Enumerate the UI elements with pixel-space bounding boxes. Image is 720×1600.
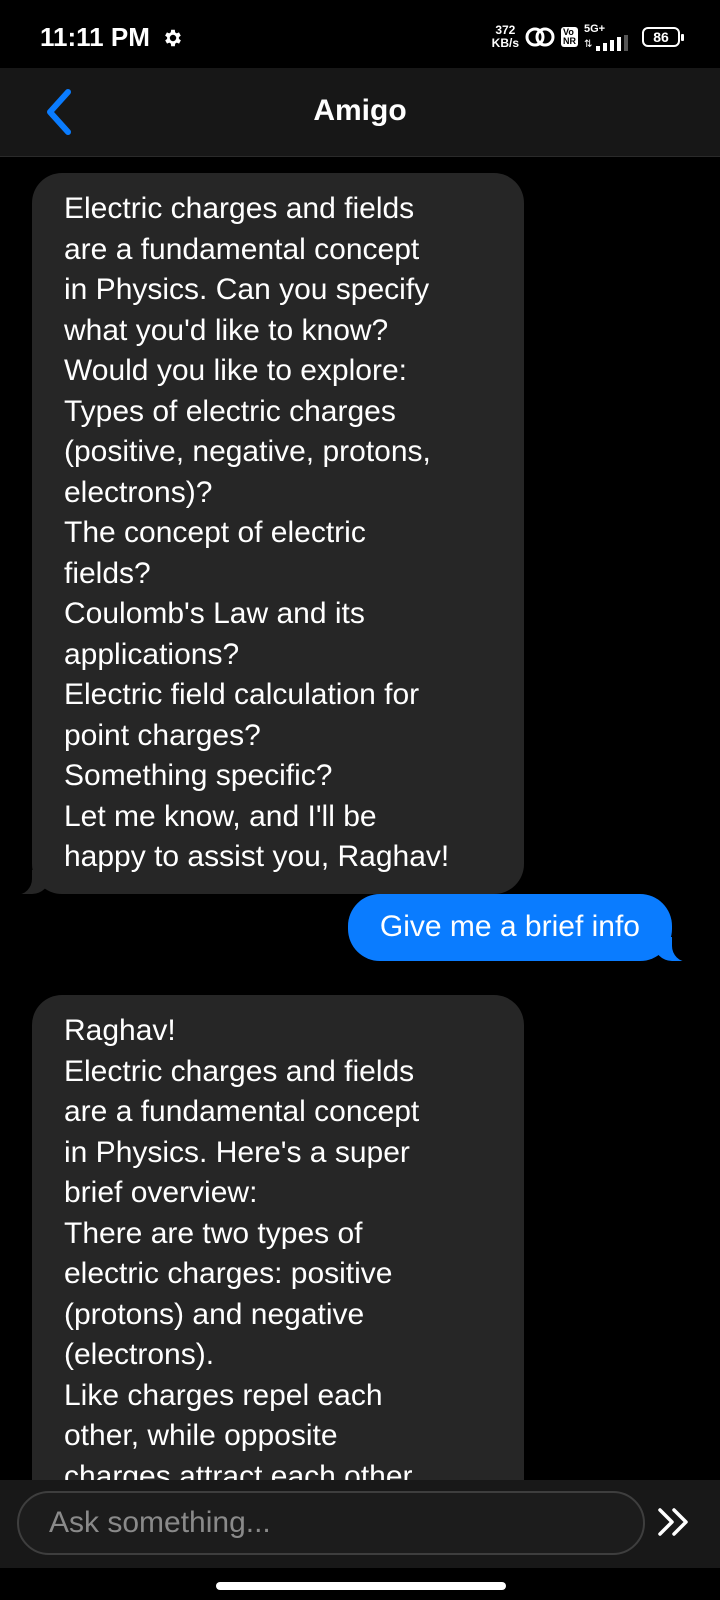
message-list[interactable]: Electric charges and fields are a fundam… — [0, 157, 720, 1480]
signal-icon: ⇅ — [584, 35, 628, 51]
svg-text:⇅: ⇅ — [584, 39, 592, 50]
speed-unit: KB/s — [491, 36, 519, 50]
home-indicator[interactable] — [216, 1582, 506, 1590]
network-type: 5G+ ⇅ — [584, 23, 630, 51]
bot-message: Electric charges and fields are a fundam… — [6, 173, 524, 894]
bot-message: Raghav! Electric charges and fields are … — [32, 995, 524, 1480]
battery-level: 86 — [653, 29, 669, 45]
battery-icon: 86 — [642, 27, 684, 47]
composer — [0, 1480, 720, 1568]
page-title: Amigo — [313, 94, 407, 127]
ask-input[interactable] — [17, 1491, 645, 1555]
user-message: Give me a brief info — [347, 894, 699, 961]
hotspot-icon — [525, 27, 555, 47]
double-chevron-right-icon[interactable] — [654, 1502, 694, 1542]
status-bar: 11:11 PM 372 KB/s Vo NR 5G+ ⇅ 86 — [0, 0, 720, 68]
network-speed: 372 KB/s — [492, 24, 519, 50]
network-label: 5G+ — [584, 23, 606, 35]
vonr-bottom: NR — [563, 36, 576, 46]
status-indicators: 372 KB/s Vo NR 5G+ ⇅ 86 — [492, 20, 684, 54]
gear-icon — [165, 29, 181, 47]
chat-header: Amigo — [0, 68, 720, 157]
vonr-icon: Vo NR — [561, 27, 578, 47]
status-time: 11:11 PM — [40, 22, 150, 52]
